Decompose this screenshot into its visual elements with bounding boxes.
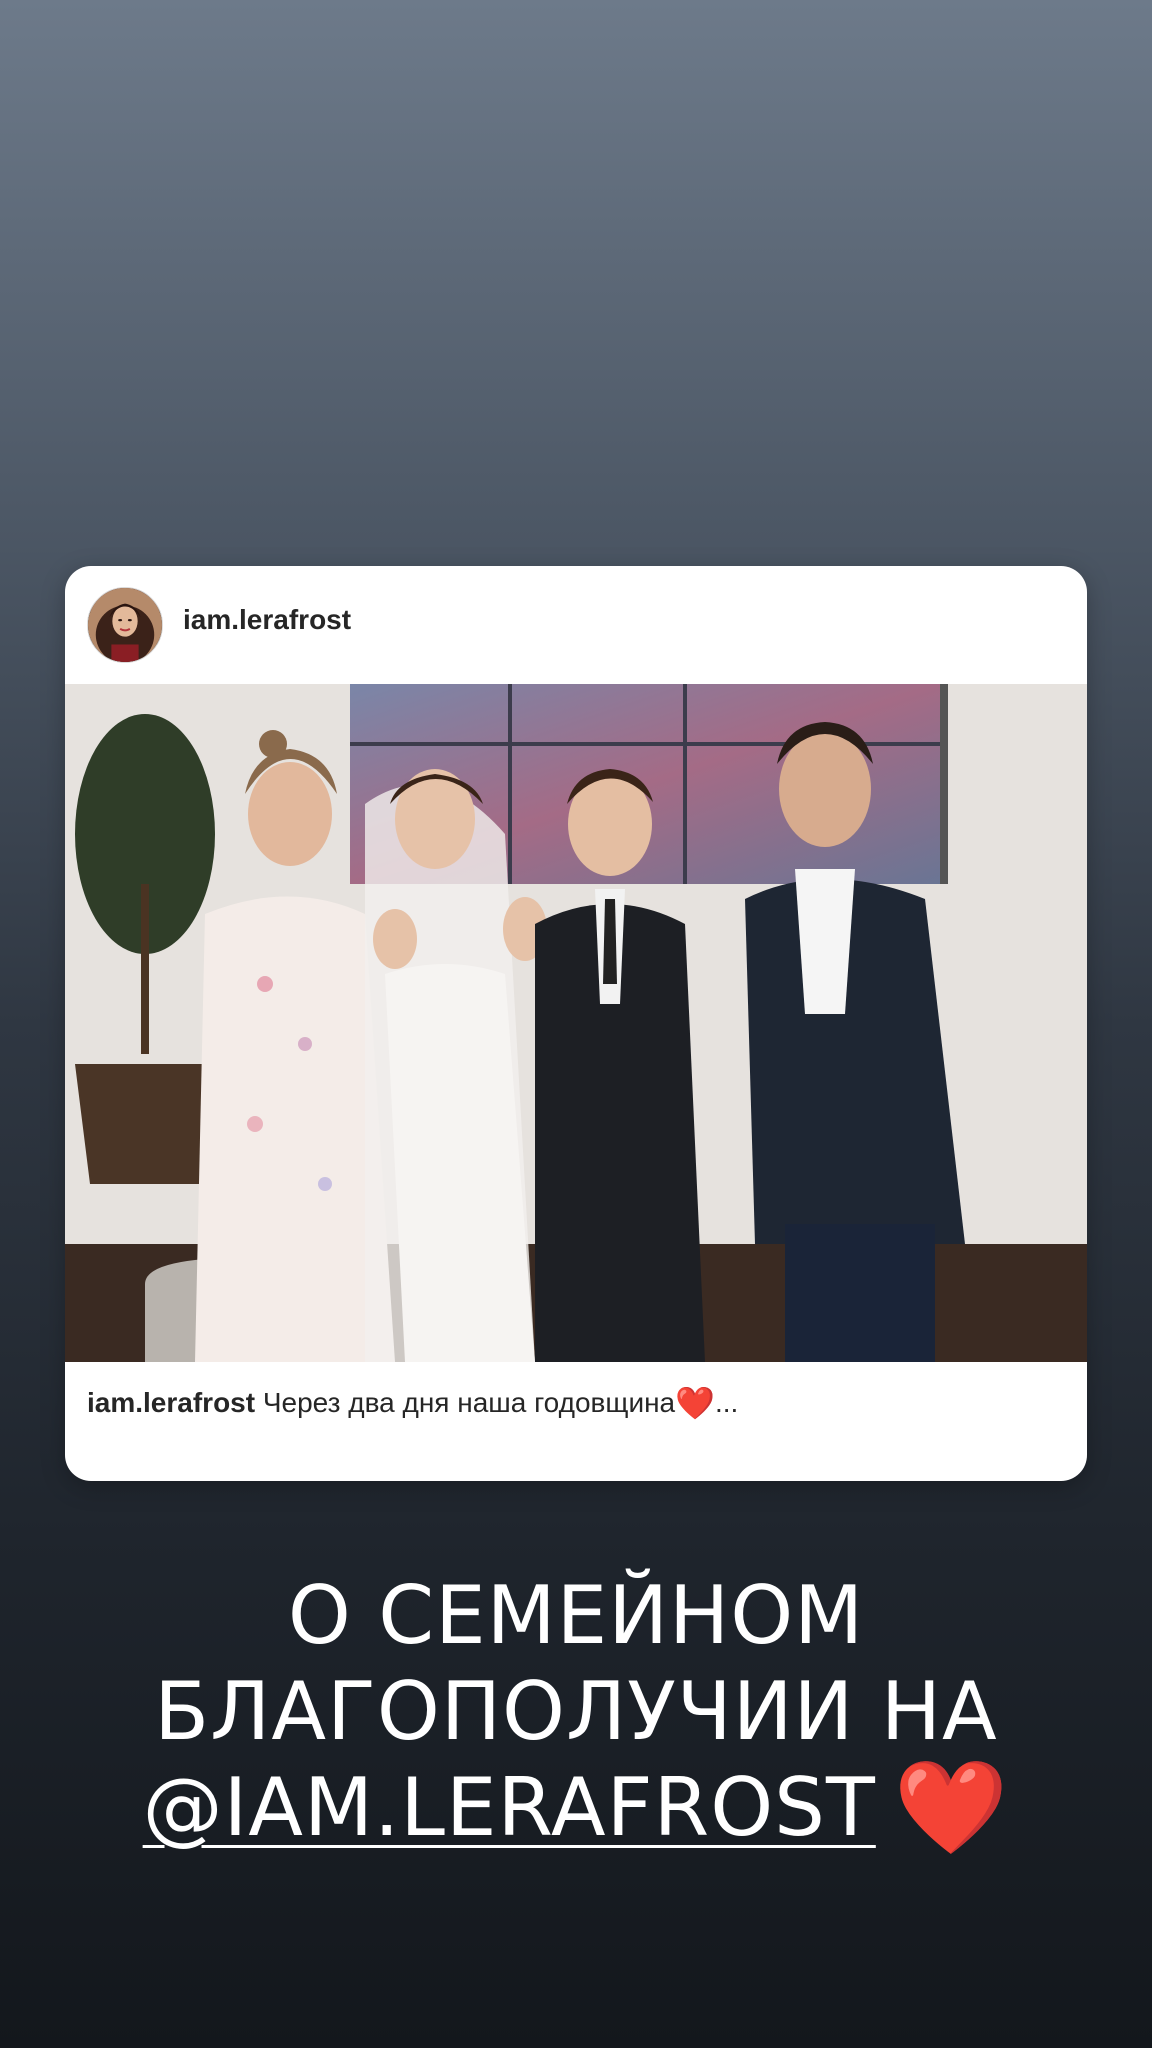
caption-text: Через два дня наша годовщина: [255, 1387, 676, 1418]
mention-link[interactable]: @IAM.LERAFROST: [143, 1761, 876, 1854]
story-text-line-3: @IAM.LERAFROST ❤️: [0, 1760, 1152, 1856]
wedding-photo-image: [65, 684, 1087, 1362]
post-photo[interactable]: [65, 684, 1087, 1362]
caption-more[interactable]: ...: [715, 1387, 738, 1418]
story-text-line-1: О СЕМЕЙНОМ: [287, 1569, 865, 1662]
shared-post-card[interactable]: iam.lerafrost iam.lerafrost Через два дн…: [65, 566, 1087, 1481]
story-text-overlay: О СЕМЕЙНОМ БЛАГОПОЛУЧИИ НА @IAM.LERAFROS…: [0, 1568, 1152, 1856]
post-caption[interactable]: iam.lerafrost Через два дня наша годовщи…: [87, 1384, 1067, 1422]
avatar-image: [88, 588, 162, 662]
heart-icon: ❤️: [893, 1754, 1010, 1861]
heart-icon: ❤️: [675, 1385, 715, 1421]
post-username[interactable]: iam.lerafrost: [183, 604, 351, 636]
avatar[interactable]: [87, 587, 163, 663]
story-text-line-2: БЛАГОПОЛУЧИИ НА: [154, 1665, 998, 1758]
post-header: iam.lerafrost: [65, 566, 1087, 684]
caption-username[interactable]: iam.lerafrost: [87, 1387, 255, 1418]
